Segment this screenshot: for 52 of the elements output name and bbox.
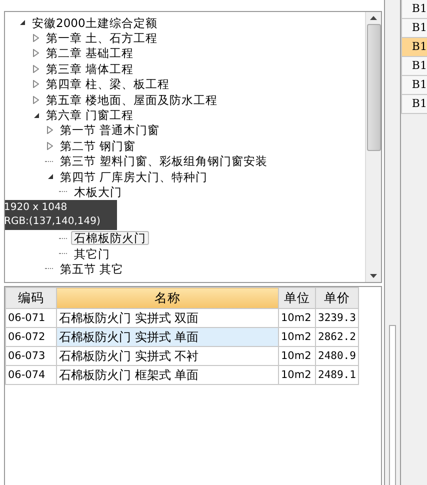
tree-item[interactable]: 第六章 门窗工程 [43,108,137,122]
scroll-down-icon[interactable] [370,274,378,278]
tree-item[interactable]: 第一节 普通木门窗 [57,123,163,138]
table-cell: 石棉板防火门 实拼式 不衬 [56,346,278,366]
tree-item[interactable]: 第五章 楼地面、屋面及防水工程 [43,92,221,107]
collapsed-triangle-icon[interactable] [31,49,41,58]
capture-tooltip: 1920 x 1048 RGB:(137,140,149) [5,200,117,230]
column-header[interactable]: 单位 [278,288,316,308]
grid-cell[interactable]: B1 [400,76,427,95]
collapsed-triangle-icon[interactable] [45,142,55,150]
tree-item[interactable]: 安徽2000土建综合定额 [29,16,160,30]
column-header[interactable]: 编码 [6,288,56,308]
tree-item[interactable]: 第四章 柱、梁、板工程 [43,77,173,92]
column-header[interactable]: 名称 [56,288,278,308]
table-cell: 10m2 [278,328,316,346]
tree-item[interactable]: 石棉板防火门 [71,231,149,246]
table-cell: 石棉板防火门 实拼式 单面 [56,328,278,346]
table-cell: 06-071 [6,308,56,328]
scrollbar-track[interactable] [389,325,396,485]
tree-item[interactable]: 其它门 [71,246,113,261]
grid-cell[interactable]: B1 [400,95,427,114]
table-cell: 2480.9 [316,346,358,366]
grid-cell[interactable]: B1 [400,38,427,57]
table-cell: 06-074 [6,366,56,384]
table-cell: 06-072 [6,328,56,346]
table-cell: 石棉板防火门 框架式 单面 [56,366,278,384]
table-cell: 10m2 [278,366,316,384]
table-cell: 10m2 [278,308,316,328]
collapsed-triangle-icon[interactable] [31,64,41,73]
table-cell: 06-073 [6,346,56,366]
table-cell: 2489.1 [316,366,358,384]
tree-item[interactable]: 第一章 土、石方工程 [43,31,161,46]
vertical-scrollbar[interactable] [365,12,382,282]
tree-item[interactable]: 第三节 塑料门窗、彩板组角钢门窗安装 [57,154,271,168]
collapsed-triangle-icon[interactable] [31,96,41,104]
column-header[interactable]: 单价 [316,288,358,308]
grid-cell[interactable]: B1 [400,57,427,76]
tree-item[interactable]: 第三章 墙体工程 [43,62,137,76]
table-cell: 3239.3 [316,308,358,328]
table-cell: 10m2 [278,346,316,366]
collapsed-triangle-icon[interactable] [31,80,41,88]
tree-item[interactable]: 第二节 钢门窗 [57,138,139,153]
tree-item[interactable]: 木板大门 [71,184,125,199]
collapsed-triangle-icon[interactable] [45,126,55,134]
table-cell: 2862.2 [316,328,358,346]
tree-item[interactable]: 第二章 基础工程 [43,46,137,60]
tree-item[interactable]: 第五节 其它 [57,262,127,276]
scroll-up-icon[interactable] [370,16,378,20]
tree-item[interactable]: 第四节 厂库房大门、特种门 [57,170,211,184]
grid-cell[interactable]: B1 [400,0,427,19]
collapsed-triangle-icon[interactable] [31,34,41,42]
grid-cell[interactable]: B1 [400,19,427,38]
